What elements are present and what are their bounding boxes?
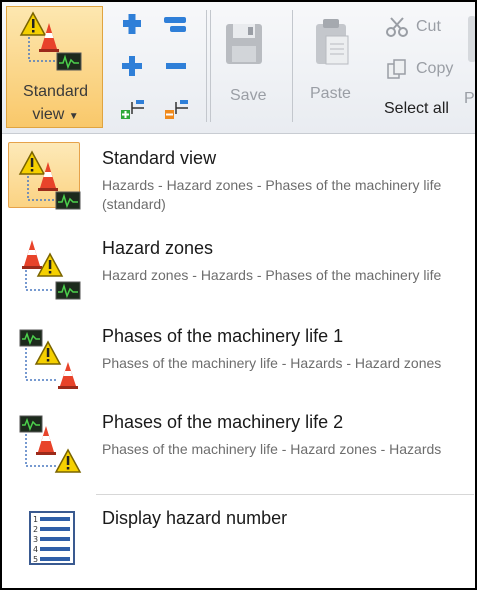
menu-item-title: Phases of the machinery life 2 [102,412,344,432]
menu-item-description: Phases of the machinery life - Hazards -… [102,355,442,371]
menu-divider [96,494,474,495]
menu-item-description: Hazard zones - Hazards - Phases of the m… [102,267,442,283]
menu-item-description: Hazards - Hazard zones - Phases of the m… [102,177,442,212]
clipped-ribbon-button[interactable] [468,16,475,62]
menu-item-title: Display hazard number [102,508,288,528]
svg-text:4: 4 [33,545,38,554]
plus-icon[interactable] [120,54,144,78]
ribbon-separator [292,10,293,122]
standard-view-icon [19,11,82,71]
standard-view-button[interactable]: Standard view ▼ [6,6,103,128]
svg-text:1: 1 [33,515,38,524]
paste-button-label[interactable]: Paste [310,85,351,103]
paste-icon[interactable] [312,16,352,68]
warning-cone-monitor-icon [18,150,81,210]
plus-tree-icon[interactable] [120,12,144,36]
menu-item-title: Hazard zones [102,238,214,258]
monitor-cone-warning-icon [19,415,82,473]
menu-item-description: Phases of the machinery life - Hazard zo… [102,441,442,457]
svg-text:2: 2 [33,525,38,534]
view-button-label-line1: Standard [23,83,88,100]
numbered-list-icon: 1 2 3 4 5 [29,511,75,565]
view-button-label-line2-wrap: view ▼ [7,106,104,124]
menu-item-title: Standard view [102,148,217,168]
tree-remove-icon[interactable] [164,98,190,120]
ribbon-separator [206,10,207,122]
menu-item-display-hazard-number[interactable]: 1 2 3 4 5 Display hazard number [6,508,466,565]
cone-warning-monitor-icon [22,240,81,300]
svg-text:3: 3 [33,535,38,544]
view-dropdown-window: Standard view ▼ Save Paste Cut Copy Sele… [0,0,477,590]
svg-text:5: 5 [33,555,38,564]
menu-item-phases-2[interactable]: Phases of the machinery life 2 Phases of… [6,412,466,492]
tree-add-icon[interactable] [120,98,146,120]
cut-icon[interactable] [386,16,408,38]
save-icon[interactable] [224,22,264,66]
clipped-ribbon-label: P [464,90,475,107]
copy-button-label[interactable]: Copy [416,60,453,78]
view-options-menu: Standard view Hazards - Hazard zones - P… [2,134,475,588]
menu-item-standard-view[interactable]: Standard view Hazards - Hazard zones - P… [6,148,466,228]
copy-icon[interactable] [386,58,408,80]
ribbon-separator [210,10,211,122]
menu-item-phases-1[interactable]: Phases of the machinery life 1 Phases of… [6,326,466,406]
menu-item-hazard-zones[interactable]: Hazard zones Hazard zones - Hazards - Ph… [6,238,466,318]
cut-button-label[interactable]: Cut [416,18,441,36]
ribbon-toolbar: Standard view ▼ Save Paste Cut Copy Sele… [2,2,475,134]
view-button-label-line2: view [32,106,65,123]
monitor-warning-cone-icon [19,329,78,389]
select-all-button-label[interactable]: Select all [384,100,449,118]
dropdown-arrow-icon: ▼ [68,111,79,122]
menu-item-title: Phases of the machinery life 1 [102,326,344,346]
bars-add-icon[interactable] [162,14,188,36]
minus-icon[interactable] [164,54,188,78]
save-button-label[interactable]: Save [230,87,266,105]
